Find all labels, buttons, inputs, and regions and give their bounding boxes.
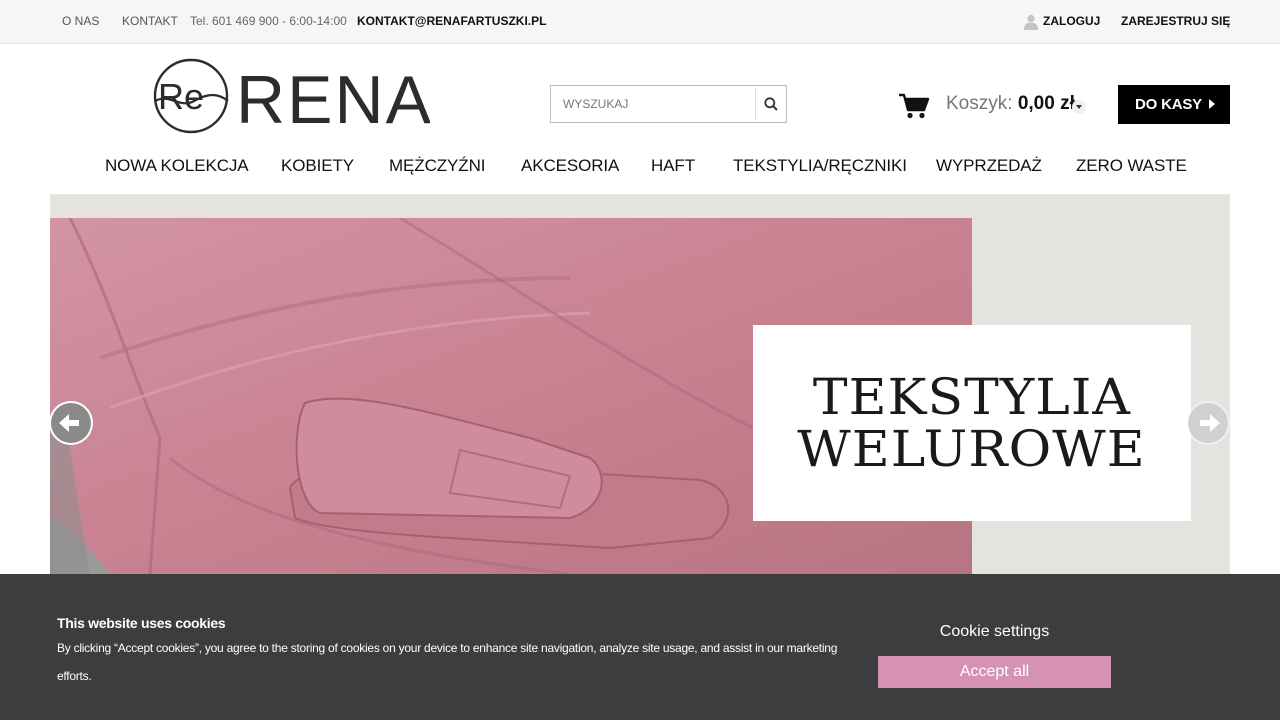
arrow-right-icon [1188,403,1228,443]
email-link[interactable]: KONTAKT@RENAFARTUSZKI.PL [357,14,546,28]
hero-title-line2: WELUROWE [797,420,1147,478]
search-button[interactable] [756,86,786,122]
cookie-banner: This website uses cookies By clicking “A… [0,574,1280,720]
cart-summary[interactable]: Koszyk: 0,00 zł [946,93,1075,115]
nav-item-zero-waste[interactable]: ZERO WASTE [1076,156,1187,176]
nav-item-tekstylia[interactable]: TEKSTYLIA/RĘCZNIKI [733,156,907,176]
svg-text:RENA: RENA [236,62,430,135]
search-box [550,85,787,123]
main-nav: NOWA KOLEKCJA KOBIETY MĘŻCZYŹNI AKCESORI… [0,156,1280,182]
cookie-settings-button[interactable]: Cookie settings [878,623,1111,641]
phone-text: Tel. 601 469 900 - 6:00-14:00 [190,14,347,28]
nav-item-mezczyzni[interactable]: MĘŻCZYŹNI [389,156,485,176]
user-icon [1024,14,1038,30]
checkout-label: DO KASY [1135,96,1202,113]
login-link[interactable]: ZALOGUJ [1043,14,1100,28]
search-icon [764,97,778,111]
contact-link[interactable]: KONTAKT [122,14,178,28]
cookie-title: This website uses cookies [57,615,226,631]
accept-cookies-button[interactable]: Accept all [878,656,1111,688]
top-bar: O NAS KONTAKT Tel. 601 469 900 - 6:00-14… [0,0,1280,44]
cookie-description: By clicking “Accept cookies”, you agree … [57,641,838,683]
register-link[interactable]: ZAREJESTRUJ SIĘ [1121,14,1230,28]
hero-title-line1: TEKSTYLIA [812,368,1132,426]
caret-down-icon [1076,105,1082,109]
logo[interactable]: Re RENA [152,57,430,135]
hero-slider: TEKSTYLIA WELUROWE [50,194,1230,574]
svg-text:Re: Re [158,76,204,117]
arrow-left-icon [51,403,91,443]
slider-next-button[interactable] [1186,401,1230,445]
slider-prev-button[interactable] [49,401,93,445]
search-input[interactable] [551,86,755,122]
nav-item-nowa-kolekcja[interactable]: NOWA KOLEKCJA [105,156,249,176]
cart-amount: 0,00 zł [1017,93,1075,114]
nav-item-kobiety[interactable]: KOBIETY [281,156,354,176]
cart-label: Koszyk: [946,93,1013,114]
cart-icon[interactable] [898,92,930,120]
nav-item-wyprzedaz[interactable]: WYPRZEDAŻ [936,156,1042,176]
cart-dropdown-toggle[interactable] [1072,100,1086,114]
hero-caption-box: TEKSTYLIA WELUROWE [753,325,1191,521]
chevron-right-icon [1209,99,1215,109]
checkout-button[interactable]: DO KASY [1118,85,1230,124]
about-link[interactable]: O NAS [62,14,99,28]
nav-item-haft[interactable]: HAFT [651,156,695,176]
nav-item-akcesoria[interactable]: AKCESORIA [521,156,619,176]
